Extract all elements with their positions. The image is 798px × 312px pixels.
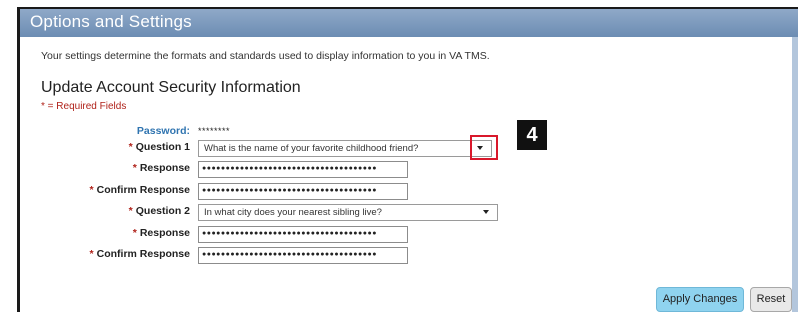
required-fields-note: * = Required Fields [41, 101, 127, 112]
question1-select[interactable]: What is the name of your favorite childh… [198, 140, 492, 157]
page-title: Options and Settings [30, 12, 192, 31]
required-marker: * [132, 162, 137, 174]
password-label: Password: [136, 125, 190, 137]
required-marker: * [132, 227, 137, 239]
step-callout: 4 [517, 120, 547, 150]
response2-field[interactable]: ●●●●●●●●●●●●●●●●●●●●●●●●●●●●●●●●●●●●● [198, 226, 408, 243]
response2-label: Response [139, 227, 190, 239]
question2-label-row: * Question 2 [30, 205, 190, 217]
response1-label-row: * Response [30, 162, 190, 174]
question1-selected-value: What is the name of your favorite childh… [204, 143, 419, 154]
confirm2-field[interactable]: ●●●●●●●●●●●●●●●●●●●●●●●●●●●●●●●●●●●●● [198, 247, 408, 264]
chevron-down-icon[interactable] [483, 210, 489, 214]
question2-select[interactable]: In what city does your nearest sibling l… [198, 204, 498, 221]
required-marker: * [128, 141, 133, 153]
response1-masked-value: ●●●●●●●●●●●●●●●●●●●●●●●●●●●●●●●●●●●●● [202, 165, 377, 172]
section-title: Update Account Security Information [41, 79, 301, 96]
scrollbar-track[interactable] [792, 37, 798, 312]
question1-label: Question 1 [135, 141, 190, 153]
confirm1-label: Confirm Response [96, 184, 190, 196]
confirm1-field[interactable]: ●●●●●●●●●●●●●●●●●●●●●●●●●●●●●●●●●●●●● [198, 183, 408, 200]
confirm2-label: Confirm Response [96, 248, 190, 260]
confirm1-label-row: * Confirm Response [30, 184, 190, 196]
password-value: ******** [198, 126, 231, 136]
response2-label-row: * Response [30, 227, 190, 239]
required-marker: * [89, 184, 94, 196]
question1-label-row: * Question 1 [30, 141, 190, 153]
confirm1-masked-value: ●●●●●●●●●●●●●●●●●●●●●●●●●●●●●●●●●●●●● [202, 187, 377, 194]
apply-changes-button[interactable]: Apply Changes [656, 287, 744, 312]
question2-label: Question 2 [135, 205, 190, 217]
question2-selected-value: In what city does your nearest sibling l… [204, 207, 382, 218]
settings-window: Options and Settings Your settings deter… [17, 7, 798, 312]
required-marker: * [128, 205, 133, 217]
required-marker: * [89, 248, 94, 260]
intro-text: Your settings determine the formats and … [41, 50, 490, 62]
confirm2-masked-value: ●●●●●●●●●●●●●●●●●●●●●●●●●●●●●●●●●●●●● [202, 251, 377, 258]
response1-field[interactable]: ●●●●●●●●●●●●●●●●●●●●●●●●●●●●●●●●●●●●● [198, 161, 408, 178]
response2-masked-value: ●●●●●●●●●●●●●●●●●●●●●●●●●●●●●●●●●●●●● [202, 230, 377, 237]
confirm2-label-row: * Confirm Response [30, 248, 190, 260]
reset-button[interactable]: Reset [750, 287, 792, 312]
response1-label: Response [139, 162, 190, 174]
header-bar: Options and Settings [20, 9, 798, 37]
dropdown-highlight-box [470, 135, 498, 160]
